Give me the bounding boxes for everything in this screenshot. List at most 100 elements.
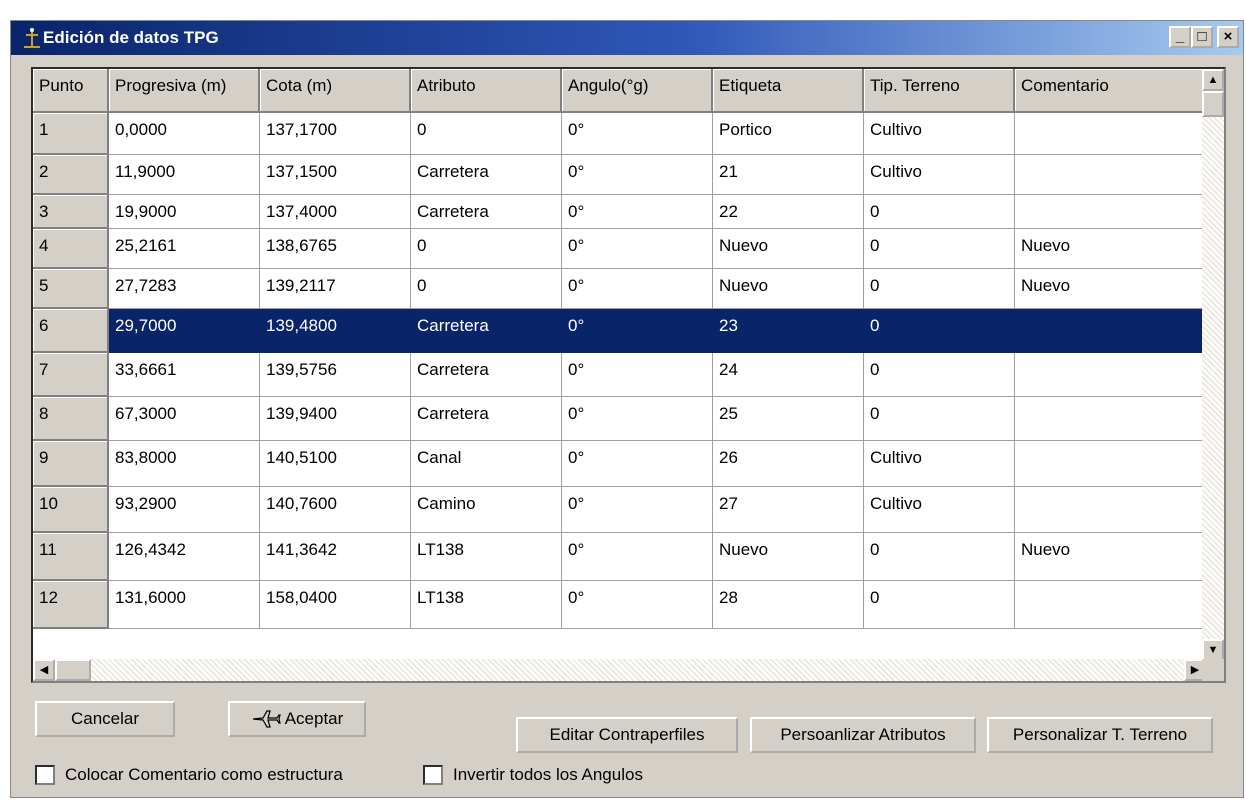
- cell-progresiva[interactable]: 93,2900: [109, 487, 260, 533]
- close-button[interactable]: ×: [1217, 26, 1239, 48]
- cell-comentario[interactable]: [1015, 155, 1206, 195]
- cell-cota[interactable]: 137,1500: [260, 155, 411, 195]
- cell-progresiva[interactable]: 83,8000: [109, 441, 260, 487]
- title-bar[interactable]: Edición de datos TPG _ □ ×: [11, 21, 1243, 55]
- cell-progresiva[interactable]: 0,0000: [109, 113, 260, 155]
- cell-comentario[interactable]: [1015, 195, 1206, 229]
- cell-atributo[interactable]: Camino: [411, 487, 562, 533]
- cell-comentario[interactable]: [1015, 353, 1206, 397]
- cell-atributo[interactable]: Carretera: [411, 155, 562, 195]
- cell-etiqueta[interactable]: Nuevo: [713, 269, 864, 309]
- cell-angulo[interactable]: 0°: [562, 487, 713, 533]
- column-header[interactable]: Angulo(°g): [562, 69, 713, 113]
- cell-cota[interactable]: 139,2117: [260, 269, 411, 309]
- cell-etiqueta[interactable]: 25: [713, 397, 864, 441]
- cell-cota[interactable]: 137,1700: [260, 113, 411, 155]
- cell-atributo[interactable]: Carretera: [411, 397, 562, 441]
- cancel-button[interactable]: Cancelar: [35, 701, 175, 737]
- cell-etiqueta[interactable]: Nuevo: [713, 533, 864, 581]
- vertical-scroll-thumb[interactable]: [1202, 91, 1224, 117]
- cell-progresiva[interactable]: 33,6661: [109, 353, 260, 397]
- cell-tipo-terreno[interactable]: 0: [864, 229, 1015, 269]
- column-header[interactable]: Comentario: [1015, 69, 1206, 113]
- cell-angulo[interactable]: 0°: [562, 533, 713, 581]
- cell-angulo[interactable]: 0°: [562, 353, 713, 397]
- cell-cota[interactable]: 140,5100: [260, 441, 411, 487]
- cell-punto[interactable]: 8: [33, 397, 109, 441]
- cell-punto[interactable]: 4: [33, 229, 109, 269]
- cell-atributo[interactable]: 0: [411, 113, 562, 155]
- cell-tipo-terreno[interactable]: Cultivo: [864, 441, 1015, 487]
- cell-tipo-terreno[interactable]: Cultivo: [864, 487, 1015, 533]
- cell-comentario[interactable]: Nuevo: [1015, 533, 1206, 581]
- cell-angulo[interactable]: 0°: [562, 441, 713, 487]
- cell-angulo[interactable]: 0°: [562, 155, 713, 195]
- custom-terrain-button[interactable]: Personalizar T. Terreno: [987, 717, 1213, 753]
- cell-atributo[interactable]: LT138: [411, 533, 562, 581]
- cell-atributo[interactable]: 0: [411, 229, 562, 269]
- cell-progresiva[interactable]: 27,7283: [109, 269, 260, 309]
- cell-etiqueta[interactable]: 24: [713, 353, 864, 397]
- cell-tipo-terreno[interactable]: 0: [864, 581, 1015, 629]
- vertical-scrollbar[interactable]: ▲ ▼: [1202, 69, 1224, 661]
- cell-atributo[interactable]: LT138: [411, 581, 562, 629]
- cell-etiqueta[interactable]: 23: [713, 309, 864, 353]
- cell-tipo-terreno[interactable]: Cultivo: [864, 113, 1015, 155]
- cell-comentario[interactable]: Nuevo: [1015, 269, 1206, 309]
- checkbox-box[interactable]: [35, 765, 55, 785]
- cell-tipo-terreno[interactable]: Cultivo: [864, 155, 1015, 195]
- cell-tipo-terreno[interactable]: 0: [864, 195, 1015, 229]
- cell-tipo-terreno[interactable]: 0: [864, 309, 1015, 353]
- cell-progresiva[interactable]: 11,9000: [109, 155, 260, 195]
- cell-tipo-terreno[interactable]: 0: [864, 533, 1015, 581]
- cell-comentario[interactable]: [1015, 309, 1206, 353]
- cell-cota[interactable]: 137,4000: [260, 195, 411, 229]
- cell-etiqueta[interactable]: 22: [713, 195, 864, 229]
- column-header[interactable]: Atributo: [411, 69, 562, 113]
- cell-cota[interactable]: 140,7600: [260, 487, 411, 533]
- cell-atributo[interactable]: Canal: [411, 441, 562, 487]
- cell-progresiva[interactable]: 25,2161: [109, 229, 260, 269]
- comment-structure-checkbox[interactable]: Colocar Comentario como estructura: [35, 765, 343, 785]
- custom-attributes-button[interactable]: Persoanlizar Atributos: [750, 717, 976, 753]
- checkbox-box[interactable]: [423, 765, 443, 785]
- cell-tipo-terreno[interactable]: 0: [864, 353, 1015, 397]
- cell-cota[interactable]: 139,9400: [260, 397, 411, 441]
- horizontal-scroll-thumb[interactable]: [55, 659, 91, 681]
- cell-comentario[interactable]: [1015, 487, 1206, 533]
- column-header[interactable]: Cota (m): [260, 69, 411, 113]
- cell-progresiva[interactable]: 67,3000: [109, 397, 260, 441]
- cell-angulo[interactable]: 0°: [562, 195, 713, 229]
- data-grid[interactable]: Punto Progresiva (m) Cota (m) Atributo Angul…: [31, 67, 1226, 683]
- cell-comentario[interactable]: [1015, 113, 1206, 155]
- cell-angulo[interactable]: 0°: [562, 269, 713, 309]
- cell-progresiva[interactable]: 131,6000: [109, 581, 260, 629]
- horizontal-scrollbar[interactable]: ◀ ▶: [33, 659, 1206, 681]
- cell-punto[interactable]: 7: [33, 353, 109, 397]
- cell-progresiva[interactable]: 29,7000: [109, 309, 260, 353]
- cell-comentario[interactable]: [1015, 441, 1206, 487]
- cell-etiqueta[interactable]: 27: [713, 487, 864, 533]
- column-header[interactable]: Progresiva (m): [109, 69, 260, 113]
- column-header[interactable]: Etiqueta: [713, 69, 864, 113]
- cell-comentario[interactable]: [1015, 397, 1206, 441]
- cell-etiqueta[interactable]: Nuevo: [713, 229, 864, 269]
- cell-punto[interactable]: 2: [33, 155, 109, 195]
- cell-atributo[interactable]: Carretera: [411, 353, 562, 397]
- cell-progresiva[interactable]: 19,9000: [109, 195, 260, 229]
- cell-punto[interactable]: 10: [33, 487, 109, 533]
- cell-cota[interactable]: 138,6765: [260, 229, 411, 269]
- cell-atributo[interactable]: Carretera: [411, 309, 562, 353]
- cell-cota[interactable]: 141,3642: [260, 533, 411, 581]
- cell-punto[interactable]: 12: [33, 581, 109, 629]
- cell-punto[interactable]: 6: [33, 309, 109, 353]
- cell-progresiva[interactable]: 126,4342: [109, 533, 260, 581]
- cell-atributo[interactable]: Carretera: [411, 195, 562, 229]
- cell-angulo[interactable]: 0°: [562, 397, 713, 441]
- cell-etiqueta[interactable]: Portico: [713, 113, 864, 155]
- cell-punto[interactable]: 5: [33, 269, 109, 309]
- column-header[interactable]: Tip. Terreno: [864, 69, 1015, 113]
- cell-etiqueta[interactable]: 21: [713, 155, 864, 195]
- cell-comentario[interactable]: [1015, 581, 1206, 629]
- cell-angulo[interactable]: 0°: [562, 229, 713, 269]
